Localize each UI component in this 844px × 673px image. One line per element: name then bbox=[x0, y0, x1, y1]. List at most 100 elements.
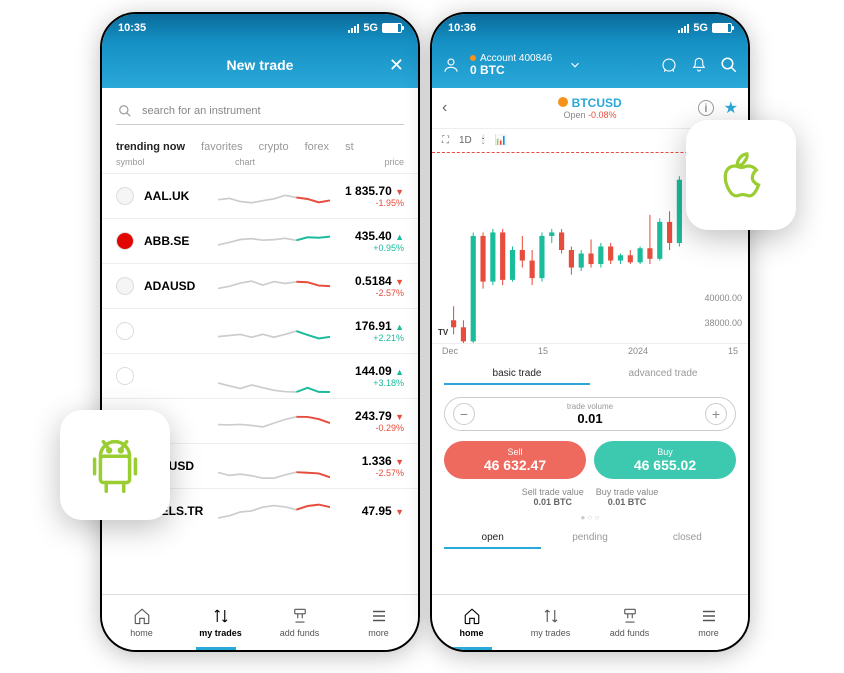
nav-home[interactable]: home bbox=[432, 595, 511, 650]
battery-icon bbox=[382, 23, 402, 33]
column-headers: symbol chart price bbox=[102, 155, 418, 173]
tv-logo: TV bbox=[438, 328, 448, 337]
filter-tabs: trending now favorites crypto forex st bbox=[102, 135, 418, 155]
nav-addfunds[interactable]: add funds bbox=[590, 595, 669, 650]
pct-change: -0.29% bbox=[340, 423, 404, 433]
user-icon[interactable] bbox=[442, 56, 460, 74]
pair-label: BTCUSD bbox=[558, 96, 621, 110]
addfunds-icon bbox=[290, 607, 310, 625]
trade-volume: − trade volume 0.01 + bbox=[444, 397, 736, 431]
list-item[interactable]: AAL.UK 1 835.70 ▼-1.95% bbox=[102, 173, 418, 218]
info-icon[interactable]: i bbox=[698, 100, 714, 116]
pct-change: -1.95% bbox=[340, 198, 404, 208]
symbol-label: AAL.UK bbox=[144, 189, 208, 203]
trade-mode-tabs: basic trade advanced trade bbox=[432, 358, 748, 391]
sell-button[interactable]: Sell 46 632.47 bbox=[444, 441, 586, 479]
pager-dots: ● ○ ○ bbox=[432, 511, 748, 524]
signal-icon bbox=[678, 24, 689, 33]
y-tick: 40000.00 bbox=[704, 293, 742, 303]
sparkline bbox=[218, 454, 330, 478]
symbol-icon bbox=[116, 232, 134, 250]
phone-chart: 10:36 5G Account 400846 0 BTC ‹ BTCUSD O… bbox=[430, 12, 750, 652]
nav-addfunds[interactable]: add funds bbox=[260, 595, 339, 650]
price-value: 243.79 ▼ bbox=[340, 409, 404, 423]
tab-trending[interactable]: trending now bbox=[116, 141, 185, 153]
fullscreen-icon[interactable]: ⛶ bbox=[442, 135, 449, 146]
home-icon bbox=[462, 607, 482, 625]
status-bar: 10:36 5G bbox=[432, 14, 748, 42]
timeframe-selector[interactable]: 1D bbox=[459, 135, 472, 146]
star-icon[interactable]: ★ bbox=[724, 98, 738, 118]
account-selector[interactable]: Account 400846 0 BTC bbox=[470, 53, 552, 77]
trades-icon bbox=[541, 607, 561, 625]
volume-minus[interactable]: − bbox=[453, 403, 475, 425]
sparkline bbox=[218, 274, 330, 298]
search-icon[interactable] bbox=[720, 56, 738, 74]
tab-more[interactable]: st bbox=[345, 141, 354, 153]
network-label: 5G bbox=[693, 22, 708, 34]
header: New trade ✕ bbox=[102, 42, 418, 88]
volume-value[interactable]: 0.01 bbox=[475, 411, 705, 426]
candlestick-icon[interactable]: 🕯 bbox=[482, 135, 485, 146]
chevron-down-icon[interactable] bbox=[568, 58, 582, 72]
list-item[interactable]: 144.09 ▲+3.18% bbox=[102, 353, 418, 398]
tab-open[interactable]: open bbox=[444, 528, 541, 549]
tab-closed[interactable]: closed bbox=[639, 528, 736, 549]
clock: 10:35 bbox=[118, 22, 146, 34]
tab-forex[interactable]: forex bbox=[305, 141, 329, 153]
positions-tabs: open pending closed bbox=[432, 524, 748, 553]
clock: 10:36 bbox=[448, 22, 476, 34]
buy-button[interactable]: Buy 46 655.02 bbox=[594, 441, 736, 479]
volume-plus[interactable]: + bbox=[705, 403, 727, 425]
nav-home[interactable]: home bbox=[102, 595, 181, 650]
tab-favorites[interactable]: favorites bbox=[201, 141, 243, 153]
back-icon[interactable]: ‹ bbox=[442, 99, 447, 117]
price-value: 435.40 ▲ bbox=[340, 229, 404, 243]
price-value: 144.09 ▲ bbox=[340, 364, 404, 378]
network-label: 5G bbox=[363, 22, 378, 34]
price-value: 176.91 ▲ bbox=[340, 319, 404, 333]
symbol-icon bbox=[116, 367, 134, 385]
status-bar: 10:35 5G bbox=[102, 14, 418, 42]
list-item[interactable]: ABB.SE 435.40 ▲+0.95% bbox=[102, 218, 418, 263]
tab-advanced[interactable]: advanced trade bbox=[590, 364, 736, 385]
pct-change: +0.95% bbox=[340, 243, 404, 253]
pct-change: -2.57% bbox=[340, 468, 404, 478]
sparkline bbox=[218, 409, 330, 433]
price-value: 47.95 ▼ bbox=[340, 504, 404, 518]
signal-icon bbox=[348, 24, 359, 33]
nav-mytrades[interactable]: my trades bbox=[511, 595, 590, 650]
list-item[interactable]: 176.91 ▲+2.21% bbox=[102, 308, 418, 353]
tab-basic[interactable]: basic trade bbox=[444, 364, 590, 385]
symbol-icon bbox=[116, 277, 134, 295]
tab-crypto[interactable]: crypto bbox=[259, 141, 289, 153]
pct-change: -2.57% bbox=[340, 288, 404, 298]
bell-icon[interactable] bbox=[690, 56, 708, 74]
nav-more[interactable]: more bbox=[339, 595, 418, 650]
pct-change: +2.21% bbox=[340, 333, 404, 343]
close-icon[interactable]: ✕ bbox=[389, 55, 404, 76]
sparkline bbox=[218, 364, 330, 388]
account-header: Account 400846 0 BTC bbox=[432, 42, 748, 88]
support-icon[interactable] bbox=[660, 56, 678, 74]
symbol-label: ADAUSD bbox=[144, 279, 208, 293]
symbol-icon bbox=[116, 187, 134, 205]
sparkline bbox=[218, 229, 330, 253]
open-status: Open -0.08% bbox=[558, 110, 621, 120]
search-icon bbox=[118, 104, 132, 118]
nav-more[interactable]: more bbox=[669, 595, 748, 650]
addfunds-icon bbox=[620, 607, 640, 625]
apple-icon bbox=[709, 143, 774, 208]
nav-mytrades[interactable]: my trades bbox=[181, 595, 260, 650]
search-input[interactable]: search for an instrument bbox=[116, 98, 404, 125]
sparkline bbox=[218, 499, 330, 523]
price-value: 1 835.70 ▼ bbox=[340, 184, 404, 198]
more-icon bbox=[699, 607, 719, 625]
list-item[interactable]: ADAUSD 0.5184 ▼-2.57% bbox=[102, 263, 418, 308]
tab-pending[interactable]: pending bbox=[541, 528, 638, 549]
bottom-nav: home my trades add funds more bbox=[432, 594, 748, 650]
indicators-icon[interactable]: 📊 bbox=[495, 135, 507, 146]
page-title: New trade bbox=[227, 57, 294, 73]
bottom-nav: home my trades add funds more bbox=[102, 594, 418, 650]
android-icon bbox=[80, 430, 150, 500]
